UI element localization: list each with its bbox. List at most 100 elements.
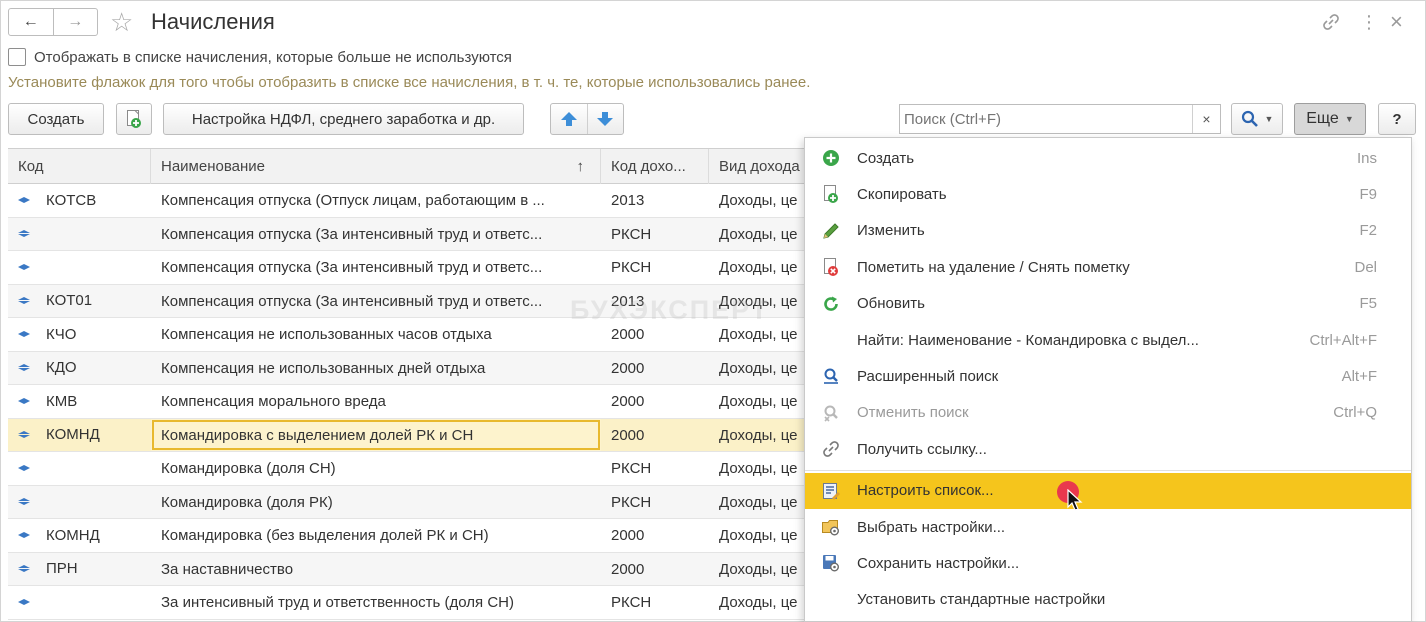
- menu-item-label: Выбрать настройки...: [857, 518, 1006, 536]
- cell-name: Компенсация морального вреда: [161, 393, 386, 410]
- menu-item[interactable]: Выбрать настройки...: [805, 509, 1411, 545]
- item-marker-icon: [18, 498, 30, 505]
- column-header-income-type[interactable]: Вид дохода: [709, 149, 806, 184]
- cell-code-text: КОМНД: [46, 526, 100, 544]
- menu-item[interactable]: Пометить на удаление / Снять пометку Del: [805, 249, 1411, 285]
- menu-item[interactable]: Установить стандартные настройки: [805, 582, 1411, 618]
- menu-item[interactable]: Настроить список...: [805, 472, 1411, 509]
- advanced-search-icon: [805, 367, 857, 385]
- table-row[interactable]: Компенсация отпуска (За интенсивный труд…: [8, 217, 806, 251]
- cell-code: КОМНД: [8, 519, 151, 552]
- search-input[interactable]: [900, 105, 1192, 133]
- move-up-button[interactable]: [551, 104, 588, 134]
- more-actions-icon[interactable]: ⋮: [1360, 8, 1378, 36]
- cell-income-type: Доходы, це: [719, 527, 798, 544]
- menu-item-label: Отменить поиск: [857, 404, 969, 422]
- link-button[interactable]: [1321, 8, 1341, 36]
- table-header: Код Наименование ↑ Код дохо... Вид доход…: [8, 149, 806, 184]
- ndfl-settings-button[interactable]: Настройка НДФЛ, среднего заработка и др.: [163, 103, 524, 135]
- cell-income-type: Доходы, це: [719, 259, 798, 276]
- column-header-income-code[interactable]: Код дохо...: [601, 149, 709, 184]
- table-row[interactable]: Командировка (доля РК) РКСН Доходы, це: [8, 485, 806, 519]
- close-icon[interactable]: ×: [1390, 8, 1403, 36]
- menu-item-label: Создать: [857, 149, 915, 167]
- item-marker-icon: [18, 431, 30, 438]
- item-marker-icon: [18, 531, 30, 539]
- table-row[interactable]: КОМНД Командировка с выделением долей РК …: [8, 418, 806, 452]
- cell-income-type: Доходы, це: [719, 493, 798, 511]
- item-marker-icon: [18, 598, 30, 606]
- help-button[interactable]: ?: [1378, 103, 1416, 135]
- cell-income-type: Доходы, це: [719, 359, 798, 377]
- table-body: КОТСВ Компенсация отпуска (Отпуск лицам, …: [8, 184, 806, 620]
- table-row[interactable]: КМВ Компенсация морального вреда 2000 Доход…: [8, 385, 806, 419]
- table-row[interactable]: ПРН За наставничество 2000 Доходы, це: [8, 552, 806, 586]
- menu-item[interactable]: Изменить F2: [805, 213, 1411, 249]
- menu-item[interactable]: Расширенный поиск Alt+F: [805, 358, 1411, 394]
- menu-item-label: Обновить: [857, 295, 925, 313]
- cell-income-code: 2000: [611, 393, 645, 410]
- cell-code: [8, 218, 151, 251]
- cell-code: [8, 251, 151, 284]
- show-unused-checkbox[interactable]: [8, 48, 26, 66]
- cell-income-code: РКСН: [611, 225, 652, 243]
- arrow-up-icon: [560, 112, 577, 126]
- table-row[interactable]: КЧО Компенсация не использованных часов о…: [8, 318, 806, 352]
- sort-ascending-icon: ↑: [576, 158, 585, 175]
- item-marker-icon: [18, 464, 30, 472]
- column-header-name-label: Наименование: [161, 158, 265, 175]
- refresh-icon: [805, 295, 857, 313]
- dropdown-caret-icon: ▼: [1344, 114, 1354, 124]
- cell-code-text: КМВ: [46, 392, 78, 410]
- cell-income-type: Доходы, це: [719, 326, 798, 343]
- menu-item-label: Изменить: [857, 222, 925, 240]
- menu-item-label: Установить стандартные настройки: [857, 591, 1106, 609]
- cell-code-text: КОТ01: [46, 292, 93, 310]
- menu-item[interactable]: Обновить F5: [805, 286, 1411, 322]
- cell-code-text: КОМНД: [46, 426, 100, 444]
- table-row[interactable]: КОМНД Командировка (без выделения долей Р…: [8, 519, 806, 553]
- mark-delete-icon: [805, 257, 857, 277]
- show-unused-filter[interactable]: Отображать в списке начисления, которые …: [8, 48, 512, 66]
- cell-income-code: РКСН: [611, 460, 652, 477]
- menu-item-label: Скопировать: [857, 185, 947, 203]
- table-row[interactable]: За интенсивный труд и ответственность (д…: [8, 586, 806, 620]
- menu-item[interactable]: Сохранить настройки...: [805, 545, 1411, 581]
- item-marker-icon: [18, 196, 30, 204]
- table-row[interactable]: КОТ01 Компенсация отпуска (За интенсивный…: [8, 284, 806, 318]
- back-button[interactable]: ←: [9, 9, 53, 35]
- menu-item-shortcut: F9: [1359, 185, 1377, 203]
- cell-income-type: Доходы, це: [719, 292, 798, 310]
- item-marker-icon: [18, 397, 30, 405]
- move-down-button[interactable]: [588, 104, 624, 134]
- cell-income-type: Доходы, це: [719, 560, 798, 578]
- table-row[interactable]: КДО Компенсация не использованных дней от…: [8, 351, 806, 385]
- cell-income-type: Доходы, це: [719, 460, 798, 477]
- forward-button[interactable]: →: [52, 9, 98, 35]
- cell-income-type: Доходы, це: [719, 192, 798, 209]
- cell-code-text: КОТСВ: [46, 191, 97, 209]
- cell-income-code: РКСН: [611, 493, 652, 511]
- cell-name: Компенсация отпуска (За интенсивный труд…: [161, 292, 543, 310]
- menu-item[interactable]: Найти: Наименование - Командировка с выд…: [805, 322, 1411, 358]
- cell-code: КЧО: [8, 318, 151, 351]
- search-clear-icon[interactable]: ×: [1192, 105, 1220, 133]
- table-row[interactable]: Командировка (доля СН) РКСН Доходы, це: [8, 452, 806, 486]
- search-options-button[interactable]: ▼: [1231, 103, 1283, 135]
- menu-item[interactable]: Скопировать F9: [805, 176, 1411, 212]
- menu-item[interactable]: Получить ссылку...: [805, 431, 1411, 467]
- cell-code-text: ПРН: [46, 560, 78, 578]
- column-header-code[interactable]: Код: [8, 149, 151, 184]
- table-row[interactable]: Компенсация отпуска (За интенсивный труд…: [8, 251, 806, 285]
- menu-item-label: Пометить на удаление / Снять пометку: [857, 258, 1130, 276]
- menu-item[interactable]: Создать Ins: [805, 140, 1411, 176]
- more-button[interactable]: Еще ▼: [1294, 103, 1366, 135]
- item-marker-icon: [18, 565, 30, 572]
- copy-button[interactable]: [116, 103, 152, 135]
- column-header-name[interactable]: Наименование ↑: [151, 149, 601, 184]
- create-button[interactable]: Создать: [8, 103, 104, 135]
- favorite-star-icon[interactable]: ☆: [110, 8, 140, 36]
- mouse-pointer-icon: [1067, 489, 1083, 511]
- table-row[interactable]: КОТСВ Компенсация отпуска (Отпуск лицам, …: [8, 184, 806, 218]
- cell-code: КОМНД: [8, 419, 151, 452]
